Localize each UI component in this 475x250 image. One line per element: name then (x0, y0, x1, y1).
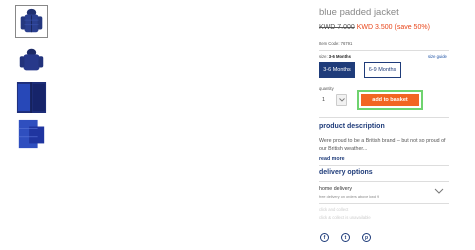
thumbnail-front[interactable] (15, 5, 48, 38)
chevron-down-icon[interactable] (434, 188, 444, 194)
home-delivery-title[interactable]: home delivery (319, 186, 352, 192)
divider (319, 117, 449, 118)
product-title: blue padded jacket (319, 7, 399, 18)
quantity-select[interactable]: 1 (319, 94, 347, 106)
size-guide-link[interactable]: size guide (428, 54, 447, 59)
twitter-icon[interactable]: t (341, 233, 350, 242)
size-selected: 3-6 Months (328, 54, 351, 59)
home-delivery-subtitle: free delivery on orders above kwd 9 (319, 195, 380, 199)
chevron-down-icon[interactable] (336, 94, 347, 106)
product-description-heading: product description (319, 123, 385, 130)
jacket-hood-image (16, 119, 47, 150)
thumbnail-detail-hood[interactable] (15, 118, 48, 151)
divider (319, 203, 449, 204)
size-option-6-9-months[interactable]: 6-9 Months (364, 62, 401, 78)
thumbnail-detail-fabric[interactable] (15, 81, 48, 114)
product-description-text: Were proud to be a British brand – but n… (319, 138, 446, 152)
jacket-back-image (16, 45, 47, 76)
add-to-basket-highlight: add to basket (357, 90, 423, 110)
facebook-icon[interactable]: f (320, 233, 329, 242)
pinterest-icon[interactable]: p (362, 233, 371, 242)
divider (319, 165, 449, 166)
jacket-front-image (16, 6, 47, 37)
quantity-value: 1 (322, 97, 326, 103)
divider (319, 181, 449, 182)
size-option-3-6-months[interactable]: 3-6 Months (319, 62, 355, 78)
delivery-options-heading: delivery options (319, 169, 373, 176)
read-more-link[interactable]: read more (319, 156, 345, 162)
save-percent: (save 50%) (394, 24, 430, 31)
thumbnail-back[interactable] (15, 44, 48, 77)
old-price: KWD 7.000 (319, 24, 355, 31)
click-and-collect-title: click and collect (319, 207, 349, 212)
divider (319, 50, 449, 51)
quantity-label: quantity (319, 86, 334, 91)
sale-price: KWD 3.500 (356, 24, 393, 31)
size-label: size: 3-6 Months (319, 54, 351, 59)
add-to-basket-button[interactable]: add to basket (361, 94, 419, 106)
jacket-fabric-image (16, 82, 47, 113)
item-code: Item Code: 76791 (319, 41, 353, 46)
click-and-collect-unavailable: click & collect is unavailable (319, 215, 371, 220)
price-block: KWD 7.000 KWD 3.500 (save 50%) (319, 24, 430, 31)
